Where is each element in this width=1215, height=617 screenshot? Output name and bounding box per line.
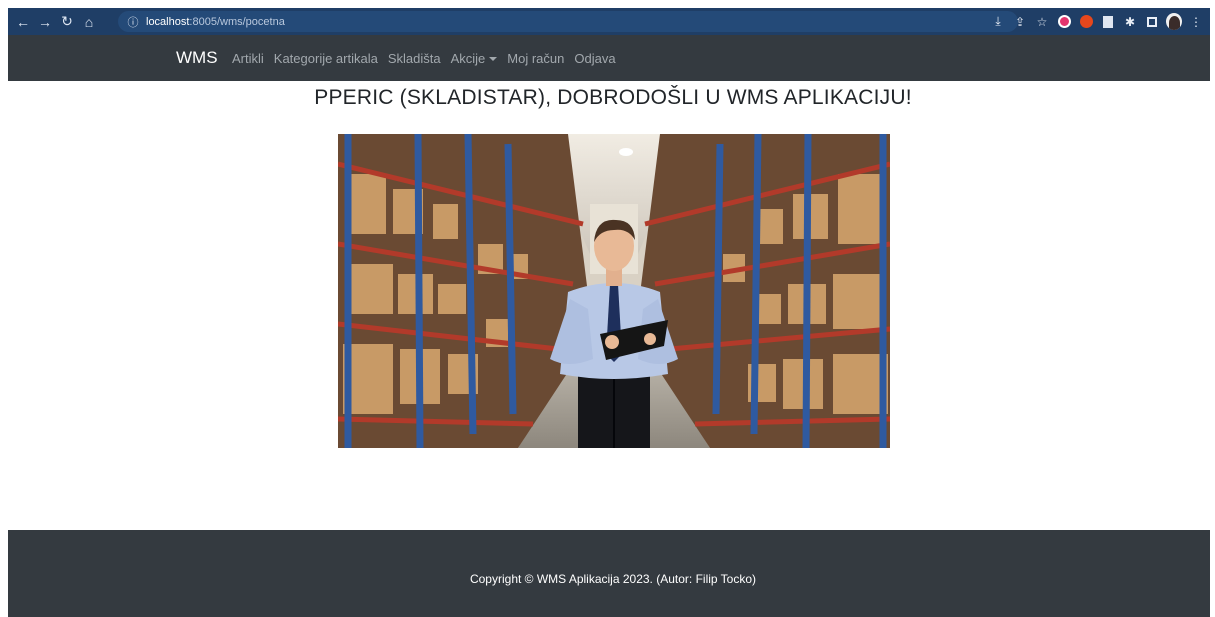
nav-link-akcije: Akcije xyxy=(450,50,486,66)
browser-nav-buttons: ← → ↻ ⌂ xyxy=(12,8,100,35)
nav-link-odjava[interactable]: Odjava xyxy=(574,51,615,66)
nav-links: Artikli Kategorije artikala Skladišta Ak… xyxy=(232,35,626,81)
url-host: localhost xyxy=(146,15,190,28)
navbar: WMS Artikli Kategorije artikala Skladišt… xyxy=(8,35,1210,81)
extension-pink-icon[interactable] xyxy=(1056,14,1072,30)
browser-window: ← → ↻ ⌂ ⓘ localhost:8005/wms/pocetna ⤓ ⇪… xyxy=(8,8,1210,617)
browser-toolbar: ← → ↻ ⌂ ⓘ localhost:8005/wms/pocetna ⤓ ⇪… xyxy=(8,8,1210,35)
share-icon[interactable]: ⇪ xyxy=(1012,14,1028,30)
forward-icon[interactable]: → xyxy=(34,14,56,30)
browser-extensions: ⤓ ⇪ ☆ ✱ ⋮ xyxy=(990,8,1204,35)
profile-avatar-icon[interactable] xyxy=(1166,13,1182,30)
back-icon[interactable]: ← xyxy=(12,14,34,30)
extension-doc-icon[interactable] xyxy=(1100,14,1116,30)
extension-red-icon[interactable] xyxy=(1078,14,1094,30)
nav-link-skladista[interactable]: Skladišta xyxy=(388,51,441,66)
home-icon[interactable]: ⌂ xyxy=(78,14,100,30)
footer: Copyright © WMS Aplikacija 2023. (Autor:… xyxy=(8,530,1210,617)
bookmark-star-icon[interactable]: ☆ xyxy=(1034,14,1050,30)
url-path: :8005/wms/pocetna xyxy=(189,15,285,28)
navbar-brand[interactable]: WMS xyxy=(176,48,218,68)
extensions-puzzle-icon[interactable]: ✱ xyxy=(1122,14,1138,30)
nav-dropdown-akcije[interactable]: Akcije xyxy=(451,51,498,66)
sidebar-icon[interactable] xyxy=(1144,14,1160,30)
reload-icon[interactable]: ↻ xyxy=(56,13,78,30)
info-icon[interactable]: ⓘ xyxy=(124,14,142,30)
install-icon[interactable]: ⤓ xyxy=(990,14,1006,30)
footer-copyright: Copyright © WMS Aplikacija 2023. (Autor:… xyxy=(469,572,757,586)
caret-down-icon xyxy=(489,57,498,62)
nav-link-artikli[interactable]: Artikli xyxy=(232,51,264,66)
nav-link-kategorije[interactable]: Kategorije artikala xyxy=(274,51,378,66)
nav-link-moj-racun[interactable]: Moj račun xyxy=(507,51,564,66)
page-title: PPERIC (SKLADISTAR), DOBRODOŠLI U WMS AP… xyxy=(314,86,912,109)
warehouse-image xyxy=(338,134,890,448)
address-bar[interactable]: ⓘ localhost:8005/wms/pocetna xyxy=(118,11,1018,32)
menu-kebab-icon[interactable]: ⋮ xyxy=(1188,14,1204,30)
